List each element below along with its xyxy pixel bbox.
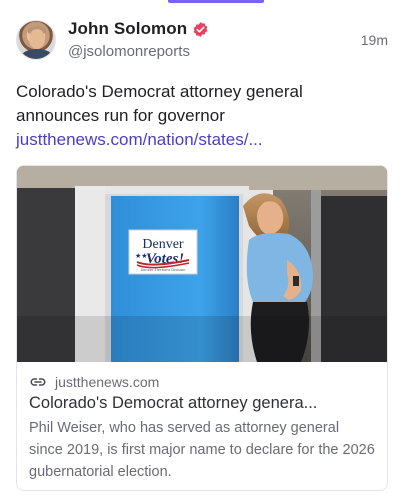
post[interactable]: John Solomon @jsolomonreports 19m Colora… [0,0,404,500]
preview-body: justthenews.com Colorado's Democrat atto… [17,362,387,490]
timestamp: 19m [360,32,388,48]
post-header: John Solomon @jsolomonreports 19m [16,18,388,66]
display-name[interactable]: John Solomon [68,19,187,39]
link-preview-card[interactable]: Denver Votes! ★★ Denver Elections Divisi… [16,165,388,491]
author-names: John Solomon @jsolomonreports [68,18,209,60]
preview-domain: justthenews.com [55,374,160,390]
post-link[interactable]: justthenews.com/nation/states/... [16,128,390,152]
preview-image: Denver Votes! ★★ Denver Elections Divisi… [17,166,387,362]
post-text: Colorado's Democrat attorney general ann… [16,80,390,152]
verified-badge-icon [193,21,208,37]
preview-description: Phil Weiser, who has served as attorney … [29,420,375,480]
handle[interactable]: @jsolomonreports [68,43,209,60]
sign-small: Denver Elections Division [141,268,186,272]
post-body: Colorado's Democrat attorney general ann… [16,82,303,125]
preview-title[interactable]: Colorado's Democrat attorney genera... [29,394,375,413]
avatar[interactable] [16,20,56,60]
domain-row: justthenews.com [29,372,375,392]
svg-text:★★: ★★ [135,252,148,260]
display-name-row: John Solomon [68,18,209,40]
link-icon [30,378,46,386]
sign-line1: Denver [142,237,184,252]
voting-booth-photo: Denver Votes! ★★ Denver Elections Divisi… [17,166,387,362]
